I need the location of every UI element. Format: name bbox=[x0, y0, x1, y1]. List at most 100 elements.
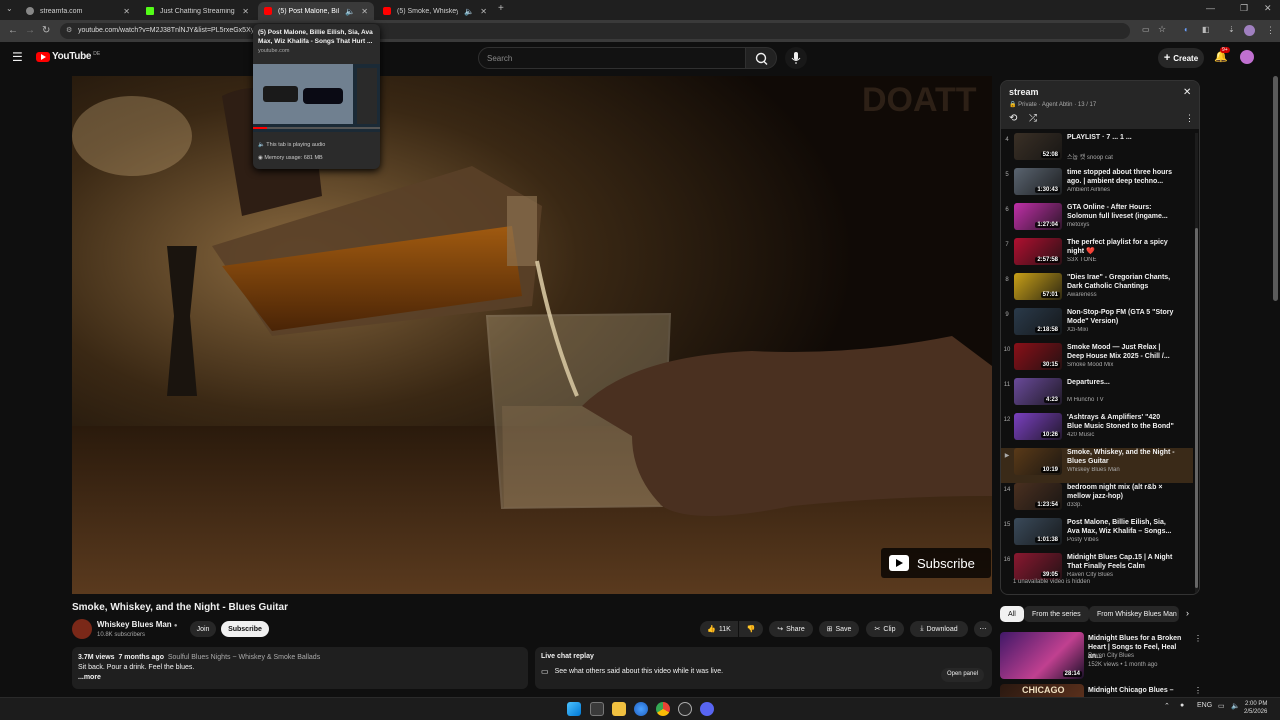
playlist-item[interactable]: ▶ 10:19 Smoke, Whiskey, and the Night - Bl… bbox=[1001, 448, 1193, 483]
playlist-item[interactable]: 7 2:57:58 The perfect playlist for a spicy… bbox=[1001, 238, 1193, 273]
playlist-item-title[interactable]: Post Malone, Billie Eilish, Sia, Ava Max… bbox=[1067, 518, 1175, 536]
back-icon[interactable]: ← bbox=[8, 25, 18, 36]
new-tab-button[interactable]: + bbox=[498, 3, 504, 14]
reload-icon[interactable]: ↻ bbox=[42, 25, 50, 36]
playlist-title[interactable]: stream bbox=[1009, 87, 1039, 97]
tab-post-malone[interactable]: (5) Post Malone, Billie Eilish 🔈 ✕ bbox=[258, 2, 374, 20]
dislike-button[interactable]: 👎 bbox=[739, 621, 763, 637]
bookmark-star-icon[interactable]: ☆ bbox=[1158, 24, 1166, 35]
audio-icon[interactable]: 🔈 bbox=[345, 7, 355, 16]
playlist-item-title[interactable]: Departures... bbox=[1067, 378, 1175, 387]
task-view-icon[interactable] bbox=[590, 702, 604, 716]
start-icon[interactable] bbox=[567, 702, 581, 716]
volume-icon[interactable]: 🔈 bbox=[1231, 702, 1240, 710]
network-icon[interactable]: ▭ bbox=[1218, 702, 1225, 710]
search-input[interactable]: Search bbox=[478, 47, 746, 69]
playlist-menu-icon[interactable]: ⋮ bbox=[1185, 113, 1194, 124]
channel-avatar[interactable] bbox=[72, 619, 92, 639]
more-vert-icon[interactable]: ⋮ bbox=[1194, 686, 1200, 695]
video-player[interactable]: DOATT Subscribe bbox=[72, 76, 992, 594]
youtube-logo[interactable]: YouTube DE bbox=[36, 51, 100, 62]
clip-button[interactable]: ✂ Clip bbox=[866, 621, 904, 637]
forward-icon[interactable]: → bbox=[25, 25, 35, 36]
subscribe-button[interactable]: Subscribe bbox=[221, 621, 269, 637]
extensions-puzzle-icon[interactable]: ◧ bbox=[1202, 25, 1210, 34]
playlist-thumbnail[interactable]: 52:08 bbox=[1014, 133, 1062, 160]
playlist-item[interactable]: 9 2:18:58 Non-Stop-Pop FM (GTA 5 "Story Mo… bbox=[1001, 308, 1193, 343]
tray-mic-icon[interactable]: ● bbox=[1180, 702, 1184, 709]
playlist-thumbnail[interactable]: 2:18:58 bbox=[1014, 308, 1062, 335]
playlist-thumbnail[interactable]: 10:26 bbox=[1014, 413, 1062, 440]
chip-all[interactable]: All bbox=[1000, 606, 1024, 622]
description-box[interactable]: 3.7M views 7 months ago Soulful Blues Ni… bbox=[72, 647, 528, 689]
playlist-item[interactable]: 5 1:30:43 time stopped about three hours a… bbox=[1001, 168, 1193, 203]
discord-icon[interactable] bbox=[700, 702, 714, 716]
tab-smoke-whiskey[interactable]: (5) Smoke, Whiskey, and the 🔈 ✕ bbox=[377, 2, 493, 20]
page-scrollbar-thumb[interactable] bbox=[1273, 76, 1278, 301]
tray-chevron-icon[interactable]: ⌃ bbox=[1164, 702, 1170, 710]
profile-avatar[interactable] bbox=[1244, 25, 1255, 36]
language-indicator[interactable]: ENG bbox=[1197, 702, 1212, 709]
tab-streamfa[interactable]: streamfa.com ✕ bbox=[20, 2, 136, 20]
download-button[interactable]: ⤓ Download bbox=[910, 621, 968, 637]
playlist-scrollbar[interactable] bbox=[1195, 133, 1198, 593]
downloads-icon[interactable]: ⇣ bbox=[1228, 25, 1235, 34]
playlist-item[interactable]: 10 30:15 Smoke Mood — Just Relax | Deep Ho… bbox=[1001, 343, 1193, 378]
more-vert-icon[interactable]: ⋮ bbox=[1194, 634, 1202, 643]
playlist-item[interactable]: 8 57:01 "Dies Irae" - Gregorian Chants, Da… bbox=[1001, 273, 1193, 308]
close-playlist-icon[interactable]: ✕ bbox=[1183, 87, 1191, 98]
playlist-item-title[interactable]: The perfect playlist for a spicy night ❤… bbox=[1067, 238, 1175, 256]
playlist-thumbnail[interactable]: 39:05 bbox=[1014, 553, 1062, 580]
create-button[interactable]: + Create bbox=[1158, 48, 1204, 68]
playlist-item-title[interactable]: PLAYLIST · 7 ... 1 ... bbox=[1067, 133, 1175, 142]
window-close-button[interactable]: ✕ bbox=[1264, 3, 1272, 14]
playlist-item[interactable]: 11 4:23 Departures... M Huncho TV bbox=[1001, 378, 1193, 413]
close-icon[interactable]: ✕ bbox=[480, 7, 487, 16]
playlist-item-title[interactable]: Midnight Blues Cap.15 | A Night That Fin… bbox=[1067, 553, 1175, 571]
chip-from-channel[interactable]: From Whiskey Blues Man bbox=[1089, 606, 1179, 622]
extension-icon[interactable]: ◐ bbox=[1184, 25, 1189, 34]
shuffle-icon[interactable]: ⤮ bbox=[1029, 113, 1037, 124]
playlist-item-title[interactable]: time stopped about three hours ago. | am… bbox=[1067, 168, 1175, 186]
playlist-thumbnail[interactable]: 2:57:58 bbox=[1014, 238, 1062, 265]
close-icon[interactable]: ✕ bbox=[361, 7, 368, 16]
close-icon[interactable]: ✕ bbox=[242, 7, 249, 16]
more-actions-button[interactable]: ⋯ bbox=[974, 621, 992, 637]
scrollbar-thumb[interactable] bbox=[1195, 228, 1198, 588]
loop-icon[interactable]: ⟲ bbox=[1009, 113, 1017, 124]
playlist-thumbnail[interactable]: 1:23:54 bbox=[1014, 483, 1062, 510]
recommendation-item[interactable]: CHICAGO Midnight Chicago Blues – ⋮ bbox=[1000, 684, 1200, 697]
site-info-icon[interactable]: ⚙ bbox=[66, 26, 72, 34]
clock[interactable]: 2:00 PM 2/5/2026 bbox=[1244, 700, 1267, 716]
playlist-item[interactable]: 6 1:27:04 GTA Online - After Hours: Solomu… bbox=[1001, 203, 1193, 238]
open-panel-button[interactable]: Open panel bbox=[940, 668, 984, 682]
playlist-item-title[interactable]: "Dies Irae" - Gregorian Chants, Dark Cat… bbox=[1067, 273, 1175, 291]
more-link[interactable]: ...more bbox=[78, 673, 522, 683]
settings-icon[interactable] bbox=[678, 702, 692, 716]
playlist-item[interactable]: 14 1:23:54 bedroom night mix (alt r&b × me… bbox=[1001, 483, 1193, 518]
subscribe-overlay-button[interactable]: Subscribe bbox=[881, 548, 991, 578]
share-button[interactable]: ↪ Share bbox=[769, 621, 813, 637]
close-icon[interactable]: ✕ bbox=[123, 7, 130, 16]
playlist-item-title[interactable]: 'Ashtrays & Amplifiers' "420 Blue Music … bbox=[1067, 413, 1175, 431]
voice-search-button[interactable] bbox=[785, 47, 807, 69]
save-button[interactable]: ⊞ Save bbox=[819, 621, 859, 637]
edge-icon[interactable] bbox=[634, 702, 648, 716]
like-button[interactable]: 👍 11K bbox=[700, 621, 738, 637]
playlist-item[interactable]: 4 52:08 PLAYLIST · 7 ... 1 ... 스눕 캣 snoop c… bbox=[1001, 133, 1193, 168]
tab-kick[interactable]: Just Chatting Streaming - Live ✕ bbox=[140, 2, 255, 20]
chrome-icon[interactable] bbox=[656, 702, 670, 716]
tab-search-icon[interactable]: ⌄ bbox=[6, 4, 13, 13]
maximize-button[interactable]: ❐ bbox=[1240, 3, 1248, 14]
playlist-thumbnail[interactable]: 10:19 bbox=[1014, 448, 1062, 475]
chip-from-series[interactable]: From the series bbox=[1024, 606, 1089, 622]
search-button[interactable] bbox=[745, 47, 777, 69]
playlist-thumbnail[interactable]: 1:30:43 bbox=[1014, 168, 1062, 195]
playlist-item[interactable]: 15 1:01:38 Post Malone, Billie Eilish, Sia… bbox=[1001, 518, 1193, 553]
playlist-item-title[interactable]: Smoke, Whiskey, and the Night - Blues Gu… bbox=[1067, 448, 1175, 466]
playlist-thumbnail[interactable]: 4:23 bbox=[1014, 378, 1062, 405]
playlist-item-title[interactable]: Non-Stop-Pop FM (GTA 5 "Story Mode" Vers… bbox=[1067, 308, 1175, 326]
playlist-thumbnail[interactable]: 1:01:38 bbox=[1014, 518, 1062, 545]
playlist-thumbnail[interactable]: 57:01 bbox=[1014, 273, 1062, 300]
playlist-thumbnail[interactable]: 30:15 bbox=[1014, 343, 1062, 370]
